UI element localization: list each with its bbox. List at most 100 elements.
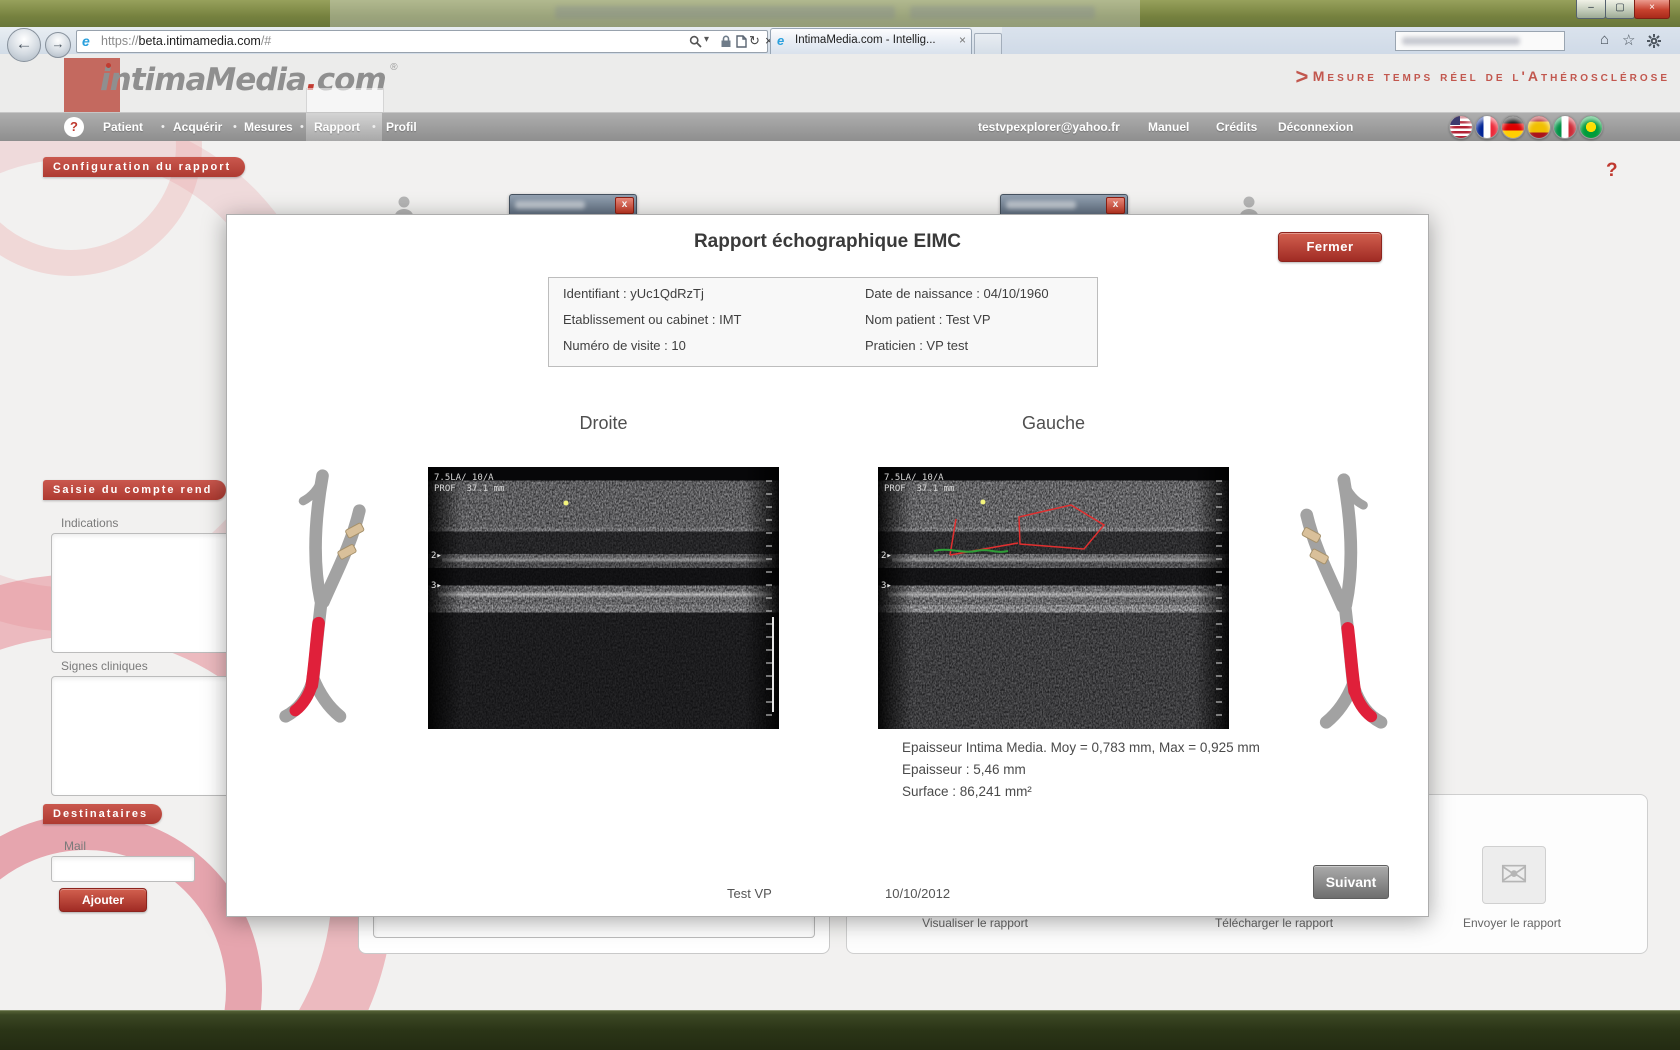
active-nav-pillar	[306, 88, 384, 112]
suivant-button[interactable]: Suivant	[1313, 865, 1389, 899]
address-bar[interactable]: e https://beta.intimamedia.com/# ▾ ↻ ×	[76, 30, 768, 53]
us-marker-2: 2▸	[431, 551, 442, 561]
nav-separator: •	[300, 113, 304, 141]
mini-window-close-icon[interactable]: x	[615, 197, 634, 214]
destinataires-tab: Destinataires	[43, 804, 162, 824]
window-titlebar	[0, 0, 1680, 27]
action-envoyer-rapport[interactable]: Envoyer le rapport	[1432, 916, 1592, 930]
nav-item-deconnexion[interactable]: Déconnexion	[1278, 113, 1353, 141]
saisie-compte-rendu-tab: Saisie du compte rend	[43, 480, 226, 500]
measurement-epaisseur: Epaisseur : 5,46 mm	[902, 759, 1260, 781]
rapport-modal: Rapport échographique EIMC Fermer Identi…	[226, 214, 1429, 917]
flag-es-icon[interactable]	[1527, 115, 1551, 139]
nav-item-manuel[interactable]: Manuel	[1148, 113, 1189, 141]
nav-separator: •	[161, 113, 165, 141]
mail-label: Mail	[64, 839, 86, 853]
close-window-button[interactable]: ×	[1634, 0, 1670, 19]
browser-tab[interactable]: e IntimaMedia.com - Intellig... ×	[770, 28, 972, 55]
maximize-button[interactable]: ▢	[1605, 0, 1635, 19]
tab-close-icon[interactable]: ×	[959, 33, 966, 47]
ultrasound-speckle-gauche	[878, 467, 1229, 729]
action-visualiser-rapport[interactable]: Visualiser le rapport	[895, 916, 1055, 930]
us-overlay-depth: PROF 37.1 mm	[884, 484, 954, 495]
fermer-button[interactable]: Fermer	[1278, 232, 1382, 262]
background-window-glass	[330, 0, 1140, 27]
refresh-icon[interactable]: ↻	[749, 33, 760, 49]
send-envelope-icon[interactable]: ✉	[1482, 846, 1546, 904]
page-help-icon[interactable]: ?	[1606, 160, 1618, 182]
droite-heading: Droite	[428, 413, 779, 434]
nav-help-icon[interactable]: ?	[64, 117, 84, 137]
carotid-diagram-gauche	[1281, 470, 1394, 734]
lock-icon	[720, 35, 732, 48]
header-tagline: > Mesure temps réel de l'Athérosclérose	[1180, 64, 1670, 90]
ajouter-button[interactable]: Ajouter	[59, 888, 147, 912]
mini-window-close-icon[interactable]: x	[1106, 197, 1125, 214]
nav-item-profil[interactable]: Profil	[386, 113, 417, 141]
nav-item-mesures[interactable]: Mesures	[244, 113, 293, 141]
signes-cliniques-label: Signes cliniques	[61, 659, 148, 673]
tagline-chevron-icon: >	[1295, 64, 1308, 89]
ultrasound-image-gauche: 7.5LA/ 10/A PROF 37.1 mm 2▸ 3▸	[878, 467, 1229, 729]
blurred-text	[1402, 37, 1520, 45]
us-overlay-probe: 7.5LA/ 10/A	[434, 473, 494, 484]
mini-window-title-blur	[515, 201, 585, 209]
tab-title: IntimaMedia.com - Intellig...	[795, 34, 945, 46]
indications-label: Indications	[61, 516, 118, 530]
flag-it-icon[interactable]	[1553, 115, 1577, 139]
favorites-star-icon[interactable]: ☆	[1622, 31, 1635, 49]
flag-fr-icon[interactable]	[1475, 115, 1499, 139]
us-overlay-probe: 7.5LA/ 10/A	[884, 473, 944, 484]
new-tab-button[interactable]	[974, 33, 1002, 56]
taskbar	[0, 1010, 1680, 1050]
modal-title: Rapport échographique EIMC	[227, 231, 1428, 253]
ultrasound-image-droite: 7.5LA/ 10/A PROF 37.1 mm 2▸ 3▸	[428, 467, 779, 729]
tagline-text: Mesure temps réel de l'Athérosclérose	[1313, 68, 1670, 84]
carotid-diagram-droite	[274, 465, 371, 729]
nav-item-rapport[interactable]: Rapport	[314, 113, 360, 141]
tab-strip: ⌂ ☆	[1002, 27, 1680, 54]
flag-de-icon[interactable]	[1501, 115, 1525, 139]
us-overlay-depth: PROF 37.1 mm	[434, 484, 504, 495]
action-telecharger-rapport[interactable]: Télécharger le rapport	[1194, 916, 1354, 930]
blurred-question-box	[1395, 31, 1565, 51]
logo-dot-decoration	[106, 63, 111, 68]
nav-item-credits[interactable]: Crédits	[1216, 113, 1257, 141]
footer-date: 10/10/2012	[885, 886, 950, 901]
nav-item-acquerir[interactable]: Acquérir	[173, 113, 222, 141]
nav-separator: •	[372, 113, 376, 141]
main-navigation: ? Patient • Acquérir • Mesures • Rapport…	[0, 112, 1680, 141]
footer-patient-name: Test VP	[727, 886, 772, 901]
tools-gear-icon[interactable]	[1646, 33, 1662, 49]
flag-us-icon[interactable]	[1449, 115, 1473, 139]
compatibility-icon[interactable]	[736, 35, 747, 48]
us-marker-2: 2▸	[881, 551, 892, 561]
patient-etablissement: Etablissement ou cabinet : IMT	[563, 312, 1083, 327]
ultrasound-speckle-droite	[428, 467, 779, 729]
logo-registered-mark: ®	[390, 62, 397, 73]
flag-us-canton	[1450, 116, 1460, 125]
search-caret-icon[interactable]: ▾	[704, 34, 709, 45]
nav-item-patient[interactable]: Patient	[103, 113, 143, 141]
search-icon[interactable]	[689, 35, 702, 48]
us-marker-3: 3▸	[431, 581, 442, 591]
forward-button[interactable]: →	[45, 32, 71, 58]
patient-numero-visite: Numéro de visite : 10	[563, 338, 1083, 353]
mini-window-title-blur	[1006, 201, 1076, 209]
ie-favicon: e	[82, 33, 90, 49]
home-icon[interactable]: ⌂	[1600, 31, 1609, 48]
config-rapport-tab: Configuration du rapport	[43, 157, 245, 177]
measurement-imt: Epaisseur Intima Media. Moy = 0,783 mm, …	[902, 737, 1260, 759]
gauche-heading: Gauche	[878, 413, 1229, 434]
screen: – ▢ × ← → e https://beta.intimamedia.com…	[0, 0, 1680, 1050]
mail-input[interactable]	[51, 856, 195, 882]
patient-info-box: Identifiant : yUc1QdRzTj Etablissement o…	[548, 277, 1098, 367]
measurement-surface: Surface : 86,241 mm²	[902, 781, 1260, 803]
patient-date-naissance: Date de naissance : 04/10/1960	[865, 286, 1049, 301]
nav-account-email[interactable]: testvpexplorer@yahoo.fr	[978, 113, 1120, 141]
back-button[interactable]: ←	[7, 28, 41, 62]
url-text[interactable]: https://beta.intimamedia.com/#	[101, 34, 271, 48]
flag-br-icon[interactable]	[1579, 115, 1603, 139]
us-marker-3: 3▸	[881, 581, 892, 591]
minimize-button[interactable]: –	[1576, 0, 1606, 19]
